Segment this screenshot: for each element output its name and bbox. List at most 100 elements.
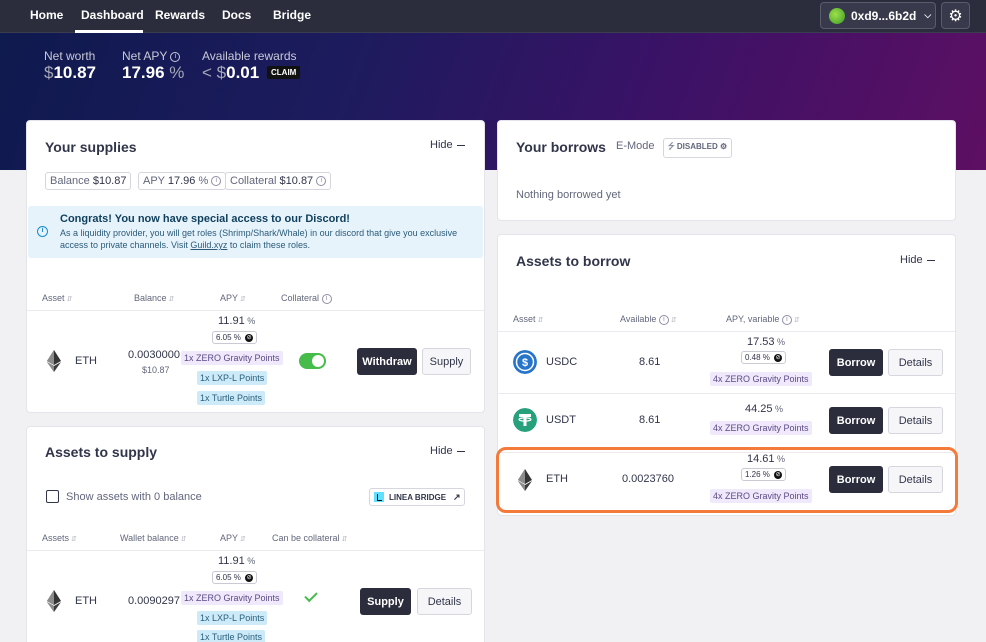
available-rewards-label: Available rewards — [202, 49, 297, 63]
sort-icon: ⇵ — [240, 536, 246, 543]
divider — [27, 310, 484, 311]
nav-rewards[interactable]: Rewards — [155, 8, 205, 22]
svg-text:$: $ — [522, 357, 528, 369]
external-link-icon: ↗ — [453, 491, 461, 502]
eth-icon — [47, 590, 61, 612]
to-supply-hide-toggle[interactable]: Hide — [430, 445, 465, 457]
details-button-usdt[interactable]: Details — [888, 407, 943, 434]
nav-bridge[interactable]: Bridge — [273, 8, 311, 22]
claim-button[interactable]: CLAIM — [267, 66, 301, 79]
eth-icon — [47, 350, 61, 372]
borrow-button-usdc[interactable]: Borrow — [829, 349, 883, 376]
header-asset[interactable]: Asset ⇵ — [42, 293, 72, 303]
nothing-borrowed-text: Nothing borrowed yet — [516, 189, 621, 201]
chevron-down-icon: ⌵ — [924, 10, 932, 20]
supply-apy: 11.91 % — [218, 315, 256, 327]
info-icon: i — [658, 314, 669, 325]
borrow-apy-incentive-usdc[interactable]: 0.48 % ⊘ — [741, 351, 787, 364]
divider — [498, 393, 955, 394]
your-borrows-panel — [497, 120, 956, 221]
info-icon: i — [170, 51, 181, 62]
highlight-outline — [496, 447, 958, 513]
wallet-button[interactable]: 0xd9...6b2d ⌵ — [820, 2, 936, 29]
to-supply-supply-button[interactable]: Supply — [360, 588, 411, 615]
sort-icon: ⇵ — [537, 317, 544, 324]
borrow-asset-usdt: USDT — [546, 414, 576, 426]
show-zero-balance-label: Show assets with 0 balance — [66, 491, 202, 503]
borrow-apy-usdt: 44.25 % — [745, 403, 784, 415]
header-apy[interactable]: APY ⇵ — [220, 293, 246, 303]
zero-icon: ⊘ — [245, 573, 254, 582]
borrow-button-usdt[interactable]: Borrow — [829, 407, 883, 434]
header-asset[interactable]: Asset ⇵ — [513, 314, 543, 324]
assets-to-borrow-title: Assets to borrow — [516, 253, 631, 269]
discord-access-banner: i Congrats! You now have special access … — [28, 206, 483, 258]
header-available[interactable]: Available i ⇵ — [620, 314, 677, 325]
tag-zero-gravity: 1x ZERO Gravity Points — [181, 351, 283, 365]
your-supplies-title: Your supplies — [45, 139, 137, 155]
sort-icon: ⇵ — [71, 536, 77, 543]
sort-icon: ⇵ — [670, 317, 677, 324]
nav-home[interactable]: Home — [30, 8, 63, 22]
borrow-apy-usdc: 17.53 % — [747, 336, 786, 348]
lightning-icon: ⭍ — [668, 142, 675, 151]
tag-turtle: 1x Turtle Points — [197, 630, 266, 642]
supply-apy-incentive[interactable]: 6.05 % ⊘ — [212, 331, 258, 344]
linea-logo-icon — [374, 492, 384, 502]
show-zero-balance-checkbox[interactable] — [46, 490, 59, 503]
usdc-icon: $ — [513, 350, 537, 374]
supply-button[interactable]: Supply — [422, 348, 471, 375]
your-borrows-title: Your borrows — [516, 139, 606, 155]
supply-balance-usd: $10.87 — [142, 365, 170, 375]
zero-icon: ⊘ — [245, 333, 254, 342]
to-borrow-hide-toggle[interactable]: Hide — [900, 254, 935, 266]
supplies-balance-chip: Balance $10.87 — [45, 172, 132, 190]
supplies-collateral-chip: Collateral $10.87 i — [225, 172, 332, 190]
header-wallet-balance[interactable]: Wallet balance ⇵ — [120, 533, 187, 543]
gear-icon: ⚙ — [948, 7, 963, 25]
net-worth-value: $10.87 — [44, 63, 97, 82]
header-can-be-collateral[interactable]: Can be collateral ⇵ — [272, 533, 347, 543]
tag-lxp-l: 1x LXP-L Points — [197, 611, 268, 625]
supply-asset-name: ETH — [75, 355, 97, 367]
banner-body: As a liquidity provider, you will get ro… — [60, 228, 458, 250]
supplies-apy-chip: APY 17.96 % i — [138, 172, 227, 190]
info-icon: i — [211, 176, 222, 187]
info-icon: i — [321, 293, 332, 304]
available-rewards-value: < $0.01 — [202, 63, 260, 82]
tag-lxp-l: 1x LXP-L Points — [197, 371, 268, 385]
guild-link[interactable]: Guild.xyz — [190, 240, 227, 250]
header-assets[interactable]: Assets ⇵ — [42, 533, 77, 543]
to-supply-apy: 11.91 % — [218, 555, 256, 567]
wallet-address: 0xd9...6b2d — [851, 8, 917, 23]
emode-label: E-Mode — [616, 140, 655, 152]
header-balance[interactable]: Balance ⇵ — [134, 293, 174, 303]
sort-icon: ⇵ — [240, 296, 246, 303]
linea-bridge-button[interactable]: LINEA BRIDGE ↗ — [369, 488, 465, 506]
header-apy-variable[interactable]: APY, variable i ⇵ — [726, 314, 800, 325]
nav-docs[interactable]: Docs — [222, 8, 251, 22]
header-apy[interactable]: APY ⇵ — [220, 533, 246, 543]
active-nav-indicator — [75, 30, 143, 33]
supply-balance: 0.0030000 — [128, 349, 180, 361]
collateral-toggle[interactable] — [299, 353, 326, 369]
sort-icon: ⇵ — [341, 536, 348, 543]
to-supply-wallet-balance: 0.0090297 — [128, 595, 180, 607]
to-supply-apy-incentive[interactable]: 6.05 % ⊘ — [212, 571, 258, 584]
details-button-usdc[interactable]: Details — [888, 349, 943, 376]
banner-title: Congrats! You now have special access to… — [60, 213, 350, 225]
zero-icon: ⊘ — [774, 353, 783, 362]
avatar — [829, 7, 845, 24]
supplies-hide-toggle[interactable]: Hide — [430, 139, 465, 151]
borrow-available-usdc: 8.61 — [639, 356, 661, 368]
emode-status-badge[interactable]: ⭍ DISABLED ⚙ — [663, 138, 733, 158]
borrow-available-usdt: 8.61 — [639, 414, 661, 426]
assets-to-supply-title: Assets to supply — [45, 444, 158, 460]
info-icon: i — [316, 176, 327, 187]
nav-dashboard[interactable]: Dashboard — [81, 8, 144, 22]
withdraw-button[interactable]: Withdraw — [357, 348, 417, 375]
tag-turtle: 1x Turtle Points — [197, 391, 266, 405]
sort-icon: ⇵ — [793, 317, 800, 324]
settings-button[interactable]: ⚙ — [941, 2, 970, 29]
to-supply-details-button[interactable]: Details — [417, 588, 472, 615]
